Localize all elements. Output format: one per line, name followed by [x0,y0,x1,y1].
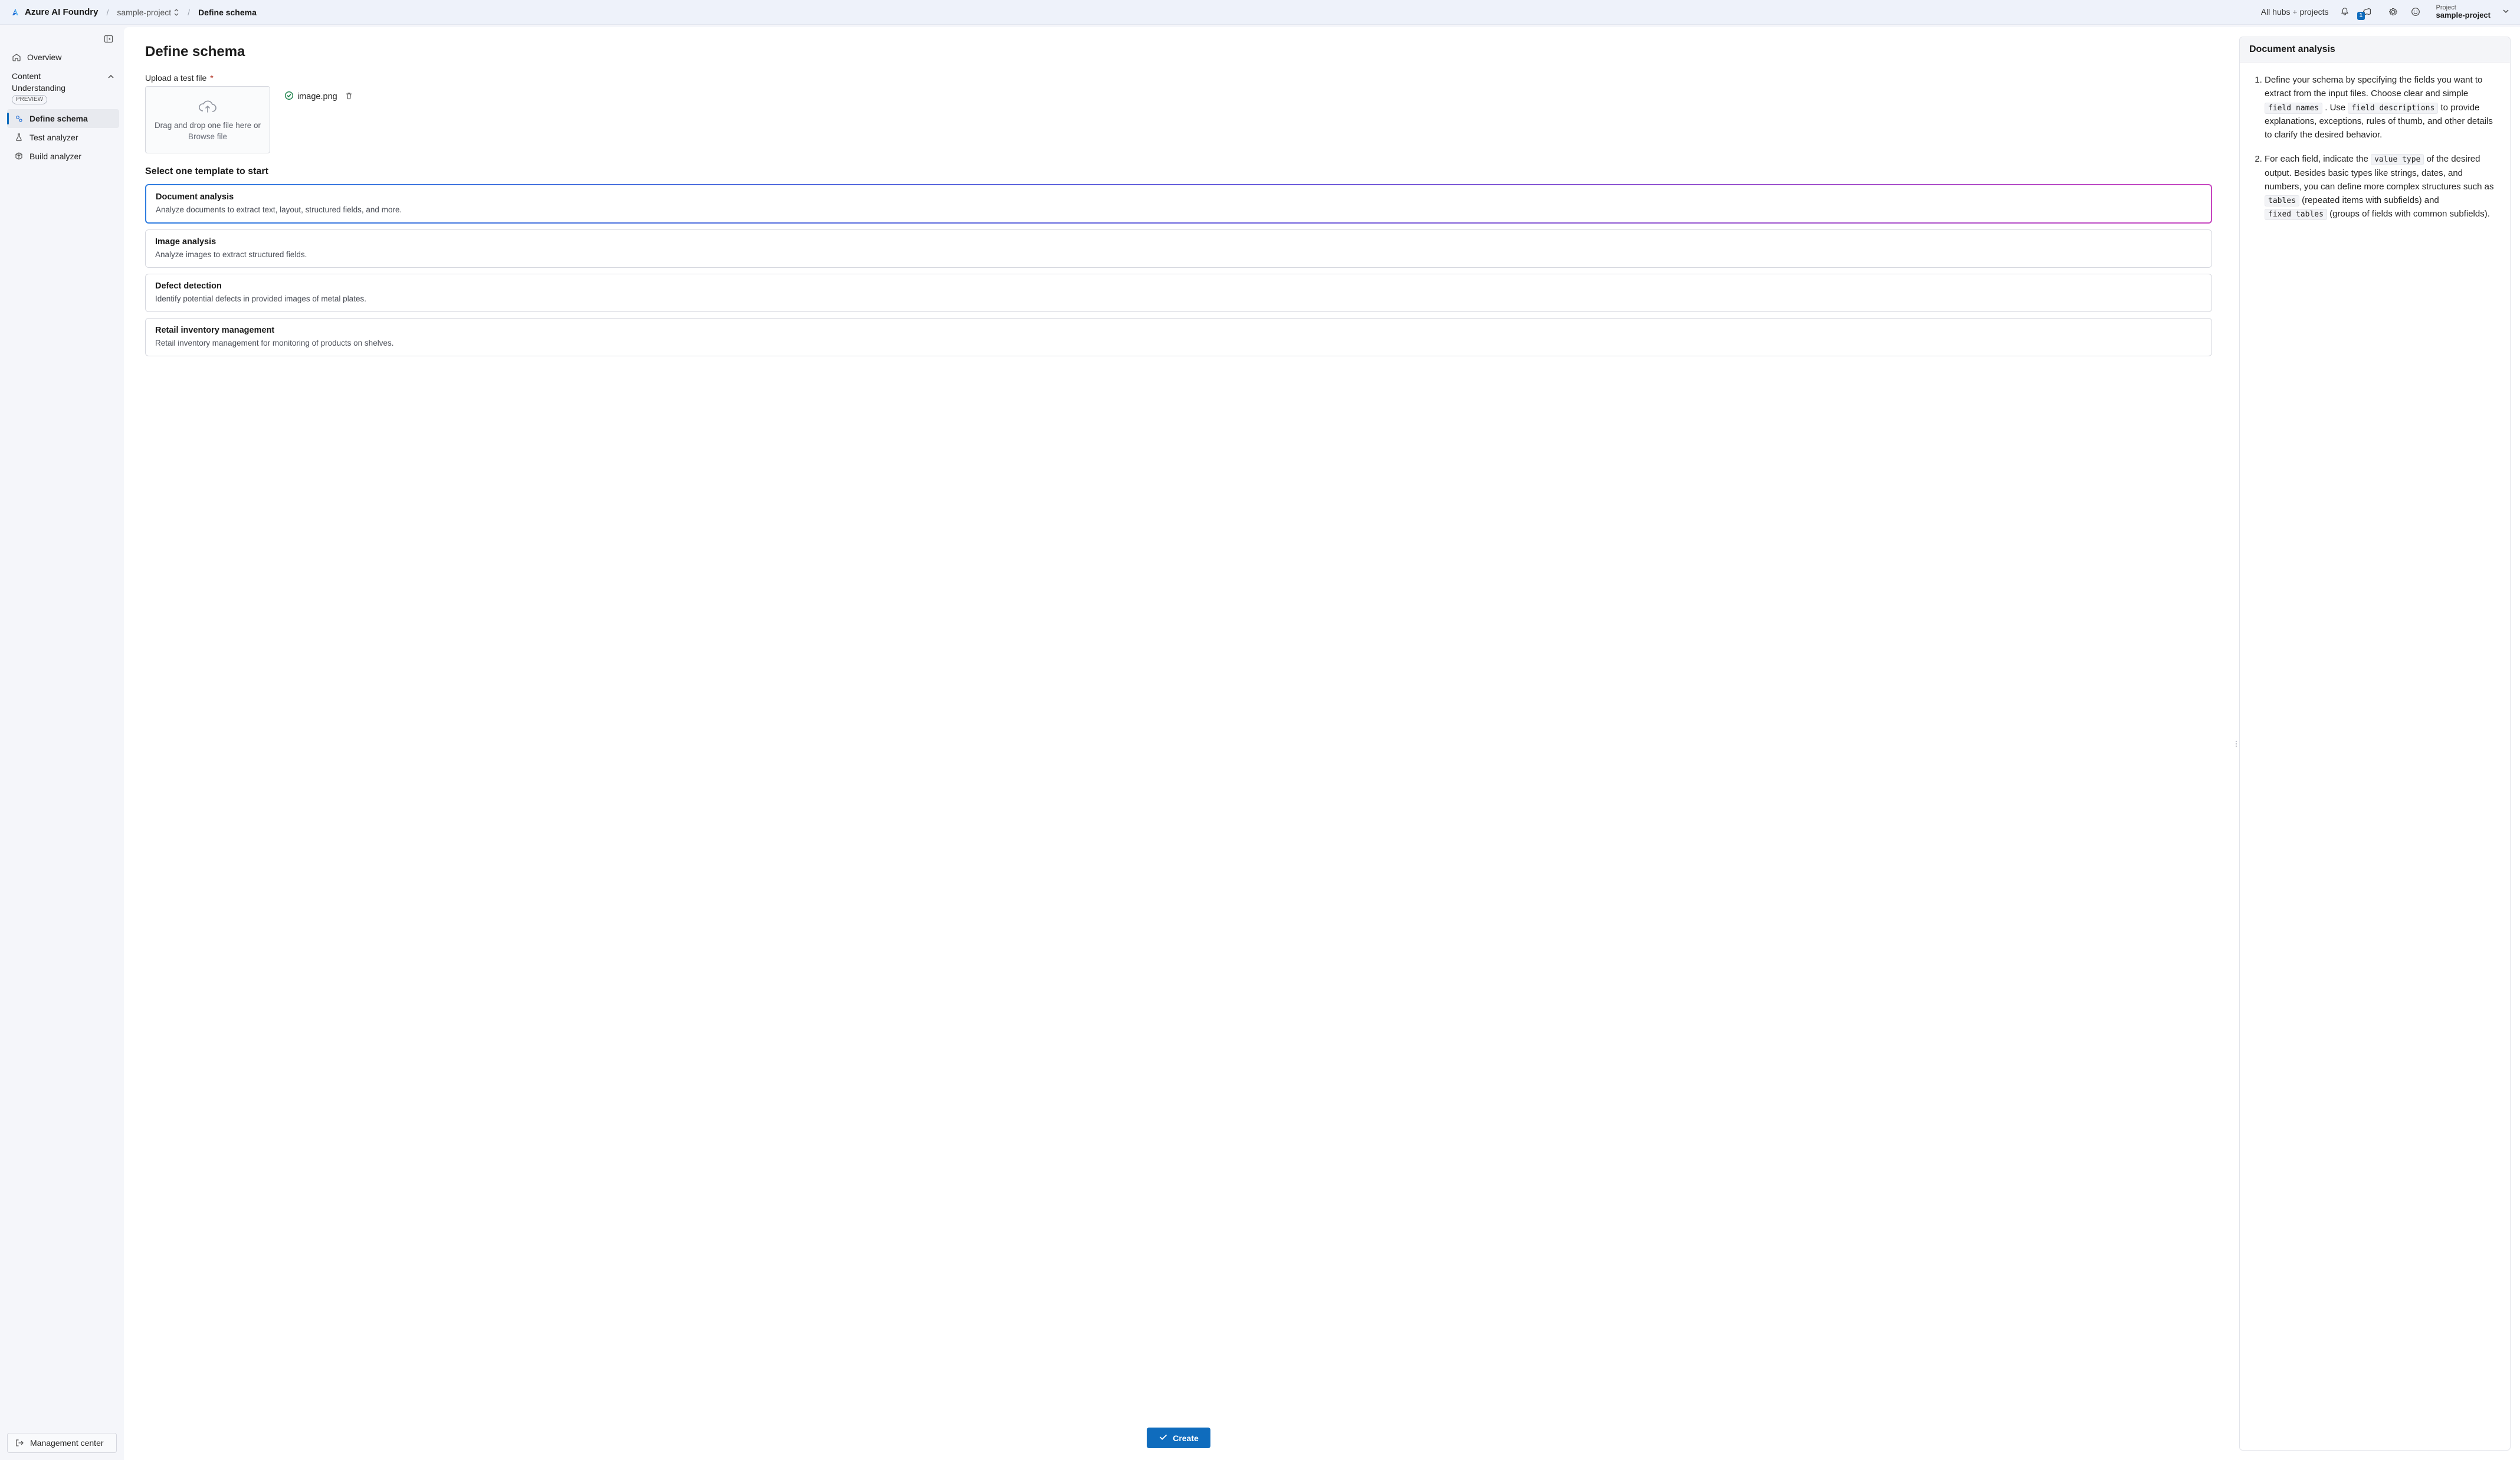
nav-overview[interactable]: Overview [5,48,119,67]
upload-field-label-text: Upload a test file [145,73,206,83]
main-column: Define schema Upload a test file * Drag … [124,27,2233,1460]
check-icon [1159,1432,1168,1443]
nav-group-line2: Understanding [12,83,101,93]
nav-overview-label: Overview [27,53,61,62]
breadcrumb-project-label: sample-project [117,8,171,17]
code-tables: tables [2265,195,2299,206]
sidenav: Overview Content Understanding PREVIEW D… [0,25,124,1460]
breadcrumb-project[interactable]: sample-project [117,8,179,17]
nav-define-schema-label: Define schema [29,114,88,123]
template-card[interactable]: Document analysis Analyze documents to ex… [145,184,2212,224]
nav-group-content-understanding[interactable]: Content Understanding PREVIEW [5,67,119,109]
topbar-right: All hubs + projects 1 Project sample-pro… [2261,4,2509,21]
chevron-updown-icon [173,8,179,17]
announcement-badge: 1 [2357,12,2365,20]
code-field-descriptions: field descriptions [2348,103,2438,114]
upload-field-label: Upload a test file * [145,73,2212,83]
create-button-label: Create [1173,1433,1199,1443]
split-handle[interactable] [2233,27,2239,1460]
package-icon [14,152,24,161]
template-title: Defect detection [155,281,2202,291]
nav-test-analyzer[interactable]: Test analyzer [7,128,119,147]
gear-icon[interactable] [2387,5,2400,18]
breadcrumb-separator: / [185,8,192,17]
project-picker-value: sample-project [2436,11,2491,20]
brand[interactable]: Azure AI Foundry [11,7,98,17]
preview-badge: PREVIEW [12,95,47,104]
smiley-icon[interactable] [2409,5,2422,18]
megaphone-button[interactable]: 1 [2361,5,2377,19]
template-card[interactable]: Defect detection Identify potential defec… [145,274,2212,312]
nav-build-analyzer-label: Build analyzer [29,152,81,161]
template-list: Document analysis Analyze documents to ex… [145,184,2212,356]
create-button[interactable]: Create [1147,1428,1210,1448]
code-field-names: field names [2265,103,2322,114]
dropzone-text: Drag and drop one file here or [155,121,261,130]
template-title: Retail inventory management [155,326,2202,335]
dropzone-browse: Browse file [188,132,227,141]
right-panel-header: Document analysis [2240,37,2510,63]
flask-icon [14,133,24,142]
nav-build-analyzer[interactable]: Build analyzer [7,147,119,166]
template-card[interactable]: Retail inventory management Retail invent… [145,318,2212,356]
breadcrumb-separator: / [104,8,111,17]
template-desc: Retail inventory management for monitori… [155,339,2202,347]
code-value-type: value type [2371,154,2424,165]
brand-name: Azure AI Foundry [25,7,98,17]
all-hubs-link[interactable]: All hubs + projects [2261,7,2329,17]
uploaded-file-row: image.png [284,91,353,103]
management-center-button[interactable]: Management center [7,1433,117,1453]
topbar: Azure AI Foundry / sample-project / Defi… [0,0,2520,25]
management-center-label: Management center [30,1438,104,1448]
right-step1-mid1: . Use [2325,103,2348,113]
cloud-upload-icon [196,99,219,117]
collapse-nav-button[interactable] [104,34,113,45]
template-title: Document analysis [156,192,2201,202]
template-desc: Identify potential defects in provided i… [155,294,2202,303]
select-template-heading: Select one template to start [145,166,2212,177]
template-card[interactable]: Image analysis Analyze images to extract … [145,229,2212,268]
nav-test-analyzer-label: Test analyzer [29,133,78,142]
home-icon [12,53,21,62]
nav-group-line1: Content [12,71,101,81]
exit-icon [15,1438,24,1448]
file-dropzone[interactable]: Drag and drop one file here or Browse fi… [145,86,270,153]
nav-define-schema[interactable]: Define schema [7,109,119,128]
page-title: Define schema [145,44,2212,60]
right-step1-pre: Define your schema by specifying the fie… [2265,75,2482,99]
right-panel: Document analysis Define your schema by … [2239,37,2511,1451]
right-step2-pre: For each field, indicate the [2265,154,2371,164]
template-desc: Analyze images to extract structured fie… [155,250,2202,259]
right-step2-mid2: (repeated items with subfields) and [2302,195,2439,205]
uploaded-filename: image.png [297,92,337,101]
template-desc: Analyze documents to extract text, layou… [156,205,2201,214]
chevron-up-icon [107,73,114,82]
right-panel-body: Define your schema by specifying the fie… [2240,63,2510,232]
breadcrumb-current-label: Define schema [198,8,257,17]
check-circle-icon [284,91,294,103]
right-step-2: For each field, indicate the value type … [2265,152,2498,221]
code-fixed-tables: fixed tables [2265,209,2327,220]
chevron-down-icon [2502,7,2509,17]
breadcrumb-current: Define schema [198,8,257,17]
project-picker[interactable]: Project sample-project [2432,4,2509,21]
template-title: Image analysis [155,237,2202,247]
right-step-1: Define your schema by specifying the fie… [2265,73,2498,142]
gears-icon [14,114,24,123]
right-step2-post: (groups of fields with common subfields)… [2329,209,2490,219]
content-area: Define schema Upload a test file * Drag … [124,27,2520,1460]
required-asterisk: * [210,73,213,83]
azure-logo-icon [11,8,20,17]
bell-icon[interactable] [2338,5,2351,18]
delete-file-button[interactable] [344,91,353,103]
